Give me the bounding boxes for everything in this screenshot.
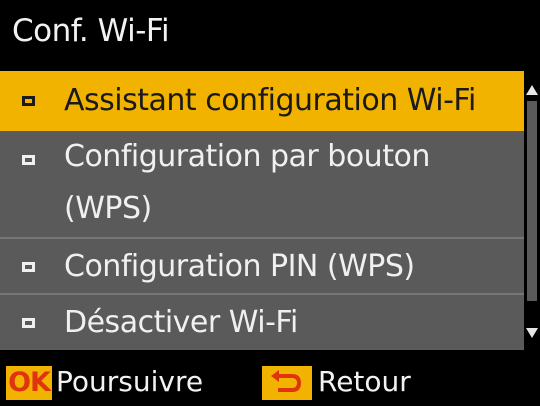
scroll-up-arrow-icon[interactable] — [526, 85, 538, 95]
menu-item-pin-wps[interactable]: Configuration PIN (WPS) — [0, 239, 524, 295]
menu-item-label: Configuration PIN (WPS) — [64, 249, 415, 284]
menu-item-push-button-wps[interactable]: Configuration par bouton (WPS) — [0, 131, 524, 239]
wifi-settings-screen: Conf. Wi-Fi Assistant configuration Wi-F… — [0, 0, 540, 406]
bullet-icon — [22, 318, 35, 328]
menu-item-wifi-setup-wizard[interactable]: Assistant configuration Wi-Fi — [0, 71, 524, 131]
menu-item-label: Désactiver Wi-Fi — [64, 305, 298, 340]
menu-item-label: Configuration par bouton (WPS) — [64, 139, 430, 226]
ok-key-icon[interactable]: OK — [6, 366, 52, 400]
back-arrow-icon[interactable] — [262, 366, 312, 400]
menu-item-label: Assistant configuration Wi-Fi — [64, 83, 476, 118]
scroll-down-arrow-icon[interactable] — [526, 328, 538, 338]
back-key-label: Retour — [318, 365, 411, 398]
screen-title: Conf. Wi-Fi — [0, 0, 540, 62]
scrollbar[interactable] — [524, 71, 540, 350]
bullet-icon — [22, 262, 35, 272]
footer-key-guide: OK Poursuivre Retour — [0, 358, 540, 406]
ok-key-label: Poursuivre — [56, 365, 204, 398]
menu-item-disable-wifi[interactable]: Désactiver Wi-Fi — [0, 295, 524, 350]
bullet-icon — [22, 155, 35, 165]
wifi-menu-list: Assistant configuration Wi-Fi Configurat… — [0, 71, 540, 350]
scrollbar-thumb[interactable] — [527, 101, 537, 301]
bullet-icon — [22, 96, 35, 106]
